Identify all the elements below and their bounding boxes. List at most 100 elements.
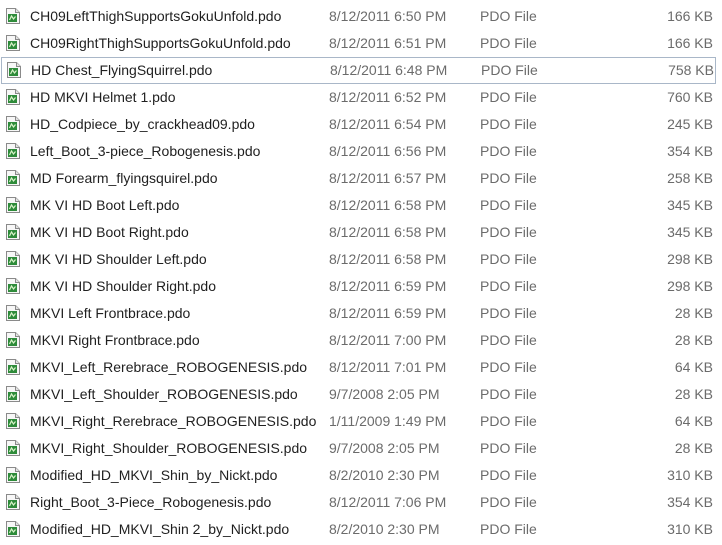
file-date-modified: 9/7/2008 2:05 PM [329, 386, 440, 402]
file-date-modified: 8/12/2011 7:00 PM [329, 332, 447, 348]
file-size: 245 KB [667, 116, 713, 132]
file-name: MK VI HD Boot Left.pdo [30, 197, 180, 213]
pdo-file-icon [6, 521, 20, 537]
file-type: PDO File [480, 116, 537, 132]
file-date-modified: 8/12/2011 6:52 PM [329, 89, 447, 105]
pdo-file-icon [6, 89, 20, 105]
file-type: PDO File [480, 494, 537, 510]
file-size: 760 KB [667, 89, 713, 105]
file-name: MKVI_Right_Shoulder_ROBOGENESIS.pdo [30, 440, 308, 456]
file-date-modified: 8/12/2011 6:54 PM [329, 116, 447, 132]
file-row[interactable]: MK VI HD Boot Right.pdo 8/12/2011 6:58 PM… [0, 219, 722, 246]
file-type: PDO File [480, 440, 537, 456]
pdo-file-icon [6, 197, 20, 213]
file-row[interactable]: MK VI HD Shoulder Right.pdo 8/12/2011 6:5… [0, 273, 722, 300]
file-size: 64 KB [674, 413, 713, 429]
file-name: Right_Boot_3-Piece_Robogenesis.pdo [30, 494, 272, 510]
file-type: PDO File [480, 305, 537, 321]
file-type: PDO File [480, 224, 537, 240]
file-row[interactable]: MKVI Left Frontbrace.pdo 8/12/2011 6:59 P… [0, 300, 722, 327]
file-type: PDO File [480, 359, 537, 375]
file-size: 258 KB [667, 170, 713, 186]
file-size: 310 KB [667, 521, 713, 537]
file-size: 64 KB [674, 359, 713, 375]
file-name: Modified_HD_MKVI_Shin_by_Nickt.pdo [30, 467, 278, 483]
file-row[interactable]: CH09LeftThighSupportsGokuUnfold.pdo 8/12/… [0, 3, 722, 30]
file-size: 28 KB [674, 440, 713, 456]
file-date-modified: 8/12/2011 6:50 PM [329, 8, 447, 24]
file-date-modified: 8/12/2011 6:56 PM [329, 143, 447, 159]
pdo-file-icon [6, 224, 20, 240]
file-date-modified: 8/12/2011 7:01 PM [329, 359, 447, 375]
file-date-modified: 8/12/2011 6:59 PM [329, 305, 447, 321]
file-row[interactable]: MD Forearm_flyingsquirel.pdo 8/12/2011 6:… [0, 165, 722, 192]
pdo-file-icon [6, 359, 20, 375]
pdo-file-icon [6, 35, 20, 51]
file-date-modified: 8/2/2010 2:30 PM [329, 521, 440, 537]
pdo-file-icon [6, 305, 20, 321]
file-name: MKVI_Right_Rerebrace_ROBOGENESIS.pdo [30, 413, 317, 429]
file-row[interactable]: MKVI_Left_Rerebrace_ROBOGENESIS.pdo 8/12/… [0, 354, 722, 381]
file-size: 354 KB [667, 143, 713, 159]
file-type: PDO File [480, 35, 537, 51]
file-size: 345 KB [667, 197, 713, 213]
file-size: 28 KB [674, 386, 713, 402]
file-type: PDO File [480, 8, 537, 24]
file-row[interactable]: Right_Boot_3-Piece_Robogenesis.pdo 8/12/2… [0, 489, 722, 516]
file-size: 28 KB [674, 305, 713, 321]
file-type: PDO File [481, 62, 538, 78]
file-type: PDO File [480, 332, 537, 348]
file-type: PDO File [480, 386, 537, 402]
file-name: MKVI Right Frontbrace.pdo [30, 332, 200, 348]
file-row[interactable]: MKVI_Right_Rerebrace_ROBOGENESIS.pdo 1/11… [0, 408, 722, 435]
file-date-modified: 8/12/2011 6:58 PM [329, 224, 447, 240]
file-type: PDO File [480, 413, 537, 429]
pdo-file-icon [6, 332, 20, 348]
file-row[interactable]: HD MKVI Helmet 1.pdo 8/12/2011 6:52 PM PDO… [0, 84, 722, 111]
pdo-file-icon [6, 170, 20, 186]
file-row[interactable]: Modified_HD_MKVI_Shin_by_Nickt.pdo 8/2/20… [0, 462, 722, 489]
file-name: CH09LeftThighSupportsGokuUnfold.pdo [30, 8, 282, 24]
file-size: 298 KB [667, 251, 713, 267]
file-row[interactable]: MK VI HD Boot Left.pdo 8/12/2011 6:58 PM P… [0, 192, 722, 219]
file-name: Left_Boot_3-piece_Robogenesis.pdo [30, 143, 261, 159]
pdo-file-icon [6, 440, 20, 456]
file-name: MK VI HD Shoulder Left.pdo [30, 251, 207, 267]
file-size: 758 KB [668, 62, 714, 78]
file-name: MKVI_Left_Shoulder_ROBOGENESIS.pdo [30, 386, 298, 402]
pdo-file-icon [7, 62, 21, 78]
pdo-file-icon [6, 386, 20, 402]
file-name: CH09RightThighSupportsGokuUnfold.pdo [30, 35, 291, 51]
file-date-modified: 1/11/2009 1:49 PM [329, 413, 447, 429]
pdo-file-icon [6, 278, 20, 294]
file-row[interactable]: MKVI Right Frontbrace.pdo 8/12/2011 7:00 … [0, 327, 722, 354]
file-type: PDO File [480, 467, 537, 483]
file-row[interactable]: HD Chest_FlyingSquirrel.pdo 8/12/2011 6:4… [1, 57, 716, 84]
file-name: Modified_HD_MKVI_Shin 2_by_Nickt.pdo [30, 521, 290, 537]
file-size: 345 KB [667, 224, 713, 240]
file-date-modified: 8/12/2011 6:57 PM [329, 170, 447, 186]
file-row[interactable]: MK VI HD Shoulder Left.pdo 8/12/2011 6:58… [0, 246, 722, 273]
file-row[interactable]: HD_Codpiece_by_crackhead09.pdo 8/12/2011 … [0, 111, 722, 138]
file-date-modified: 8/2/2010 2:30 PM [329, 467, 440, 483]
pdo-file-icon [6, 413, 20, 429]
file-row[interactable]: MKVI_Right_Shoulder_ROBOGENESIS.pdo 9/7/2… [0, 435, 722, 462]
file-size: 298 KB [667, 278, 713, 294]
pdo-file-icon [6, 494, 20, 510]
file-size: 166 KB [667, 35, 713, 51]
file-date-modified: 8/12/2011 6:51 PM [329, 35, 447, 51]
file-row[interactable]: CH09RightThighSupportsGokuUnfold.pdo 8/12… [0, 30, 722, 57]
file-date-modified: 8/12/2011 6:59 PM [329, 278, 447, 294]
file-name: MKVI Left Frontbrace.pdo [30, 305, 191, 321]
file-row[interactable]: Modified_HD_MKVI_Shin 2_by_Nickt.pdo 8/2/… [0, 516, 722, 543]
pdo-file-icon [6, 143, 20, 159]
file-size: 354 KB [667, 494, 713, 510]
file-name: HD Chest_FlyingSquirrel.pdo [31, 62, 213, 78]
file-date-modified: 8/12/2011 7:06 PM [329, 494, 447, 510]
file-row[interactable]: MKVI_Left_Shoulder_ROBOGENESIS.pdo 9/7/20… [0, 381, 722, 408]
file-type: PDO File [480, 521, 537, 537]
file-type: PDO File [480, 89, 537, 105]
file-date-modified: 8/12/2011 6:58 PM [329, 197, 447, 213]
file-row[interactable]: Left_Boot_3-piece_Robogenesis.pdo 8/12/20… [0, 138, 722, 165]
file-type: PDO File [480, 170, 537, 186]
